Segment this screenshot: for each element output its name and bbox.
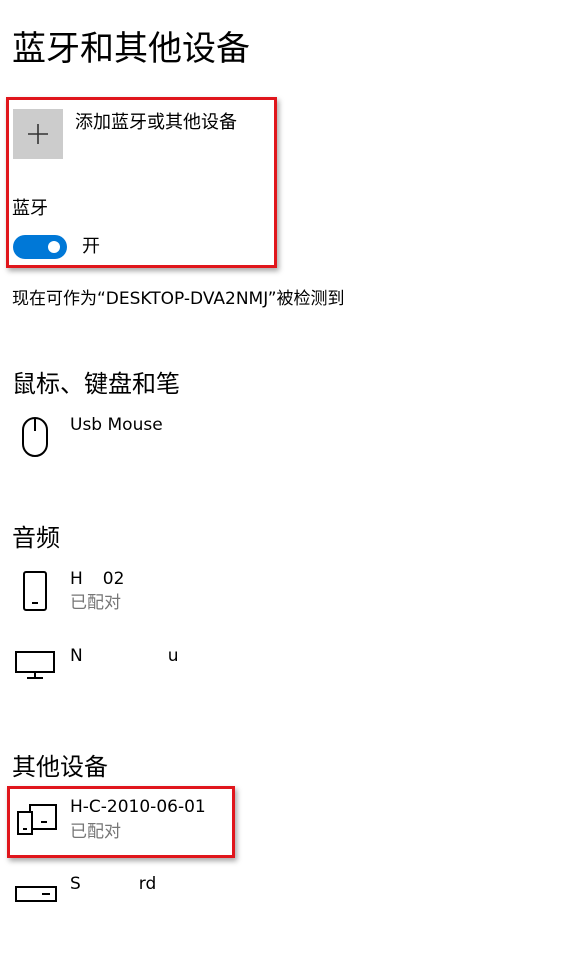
device-name: Usb Mouse (70, 415, 163, 435)
device-name-start: H (70, 569, 83, 589)
device-audio-monitor[interactable]: Nu (10, 642, 310, 692)
highlight-box-device (7, 786, 235, 858)
device-usb-mouse[interactable]: Usb Mouse (10, 410, 310, 466)
device-name-end: 02 (102, 569, 125, 589)
monitor-icon (15, 651, 55, 679)
mouse-icon (22, 417, 48, 457)
device-status: 已配对 (70, 593, 121, 613)
section-title-other-devices: 其他设备 (12, 753, 108, 781)
highlight-box-bluetooth (6, 97, 277, 268)
keyboard-icon (15, 886, 57, 902)
discoverable-text: 现在可作为“DESKTOP-DVA2NMJ”被检测到 (12, 289, 345, 309)
page-title: 蓝牙和其他设备 (12, 29, 250, 69)
section-title-mouse-keyboard-pen: 鼠标、键盘和笔 (12, 370, 180, 398)
device-name: H 02 (70, 568, 124, 590)
device-name: Srd (70, 873, 156, 895)
device-name-end: rd (138, 874, 157, 894)
device-keyboard[interactable]: Srd (10, 871, 310, 911)
device-name-start: N (70, 646, 83, 666)
device-name: Nu (70, 645, 179, 667)
section-title-audio: 音频 (12, 524, 60, 552)
device-audio-phone[interactable]: H 02 已配对 (10, 565, 310, 621)
phone-icon (23, 571, 47, 611)
device-name-end: u (167, 646, 179, 666)
device-name-start: S (70, 874, 81, 894)
